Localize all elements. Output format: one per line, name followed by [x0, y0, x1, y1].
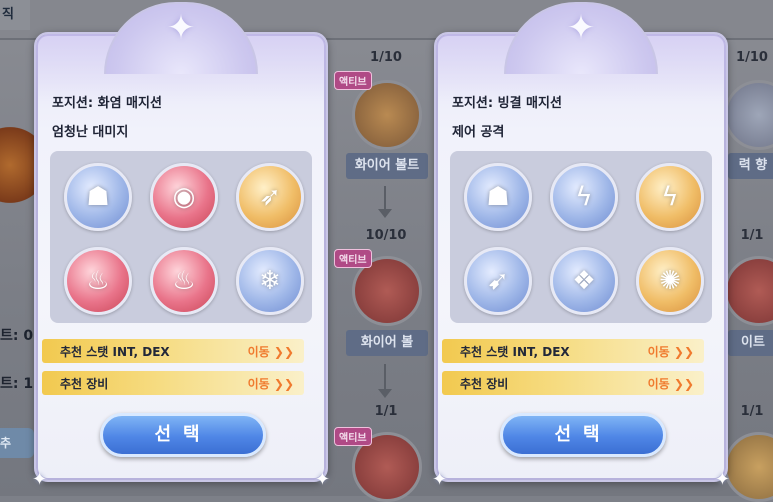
skill-level: 1/10 [736, 50, 768, 65]
move-link[interactable]: 이동 ❯❯ [248, 343, 294, 360]
skill-name: 이트 [728, 330, 773, 356]
skill-name: 력 향 [728, 153, 773, 179]
recommended-gear-row[interactable]: 추천 장비 이동 ❯❯ [442, 371, 704, 395]
ice-buff-icon[interactable]: ☗ [464, 163, 532, 231]
skill-icon [724, 256, 773, 326]
skill-icon [724, 432, 773, 502]
skill-name: 화이어 볼 [346, 330, 428, 356]
down-arrow-icon [378, 364, 392, 398]
recommended-gear-row[interactable]: 추천 장비 이동 ❯❯ [42, 371, 304, 395]
class-card-ice[interactable]: 포지션: 빙결 매지션 제어 공격 ☗ ϟ ϟ ➹ ❖ ✺ 추천 스탯 INT,… [432, 2, 730, 490]
sparkle-icon: ✦ [314, 469, 330, 490]
golden-seal-icon[interactable]: ✺ [636, 247, 704, 315]
fire-arrow-icon[interactable]: ➶ [236, 163, 304, 231]
fire-pillar-icon[interactable]: ♨ [150, 247, 218, 315]
ice-shard-icon[interactable]: ❖ [550, 247, 618, 315]
active-badge: 액티브 [334, 71, 372, 90]
position-description: 제어 공격 [452, 125, 505, 140]
tab-label: 직 [0, 0, 30, 30]
sparkle-icon: ✦ [714, 469, 730, 490]
select-button[interactable]: 선택 [500, 413, 666, 457]
stat-line: 트: 1 [0, 376, 34, 392]
ice-figure-icon[interactable]: ❄ [236, 247, 304, 315]
skill-icon-grid: ☗ ◉ ➶ ♨ ♨ ❄ [50, 151, 312, 323]
recommended-stat-label: 추천 스탯 INT, DEX [60, 345, 170, 359]
down-arrow-icon [378, 186, 392, 218]
skill-icon [724, 80, 773, 150]
skill-level: 1/10 [370, 50, 402, 65]
move-link[interactable]: 이동 ❯❯ [248, 375, 294, 392]
move-link[interactable]: 이동 ❯❯ [648, 375, 694, 392]
skill-icon-grid: ☗ ϟ ϟ ➹ ❖ ✺ [450, 151, 712, 323]
position-label: 포지션: 화염 매지션 [52, 96, 162, 111]
active-badge: 액티브 [334, 427, 372, 446]
background-button: 추 [0, 428, 34, 458]
skill-level: 1/1 [740, 228, 764, 243]
move-link[interactable]: 이동 ❯❯ [648, 343, 694, 360]
skill-icon [352, 80, 422, 150]
sparkle-icon: ✦ [32, 469, 48, 490]
fire-buff-icon[interactable]: ☗ [64, 163, 132, 231]
active-badge: 액티브 [334, 249, 372, 268]
position-label: 포지션: 빙결 매지션 [452, 96, 562, 111]
class-card-fire[interactable]: 포지션: 화염 매지션 엄청난 대미지 ☗ ◉ ➶ ♨ ♨ ❄ 추천 스탯 IN… [32, 2, 330, 490]
recommended-stat-row[interactable]: 추천 스탯 INT, DEX 이동 ❯❯ [442, 339, 704, 363]
thunder-icon[interactable]: ϟ [636, 163, 704, 231]
sparkle-icon: ✦ [432, 469, 448, 490]
skill-level: 10/10 [365, 228, 407, 243]
flame-icon[interactable]: ♨ [64, 247, 132, 315]
ice-spear-icon[interactable]: ➹ [464, 247, 532, 315]
position-description: 엄청난 대미지 [52, 125, 129, 140]
recommended-stat-row[interactable]: 추천 스탯 INT, DEX 이동 ❯❯ [42, 339, 304, 363]
skill-name: 화이어 볼트 [346, 153, 428, 179]
lightning-icon[interactable]: ϟ [550, 163, 618, 231]
select-button[interactable]: 선택 [100, 413, 266, 457]
recommended-gear-label: 추천 장비 [60, 377, 109, 391]
skill-level: 1/1 [740, 404, 764, 419]
fire-orb-icon[interactable]: ◉ [150, 163, 218, 231]
recommended-stat-label: 추천 스탯 INT, DEX [460, 345, 570, 359]
recommended-gear-label: 추천 장비 [460, 377, 509, 391]
stat-line: 트: 0 [0, 328, 34, 344]
skill-level: 1/1 [374, 404, 398, 419]
